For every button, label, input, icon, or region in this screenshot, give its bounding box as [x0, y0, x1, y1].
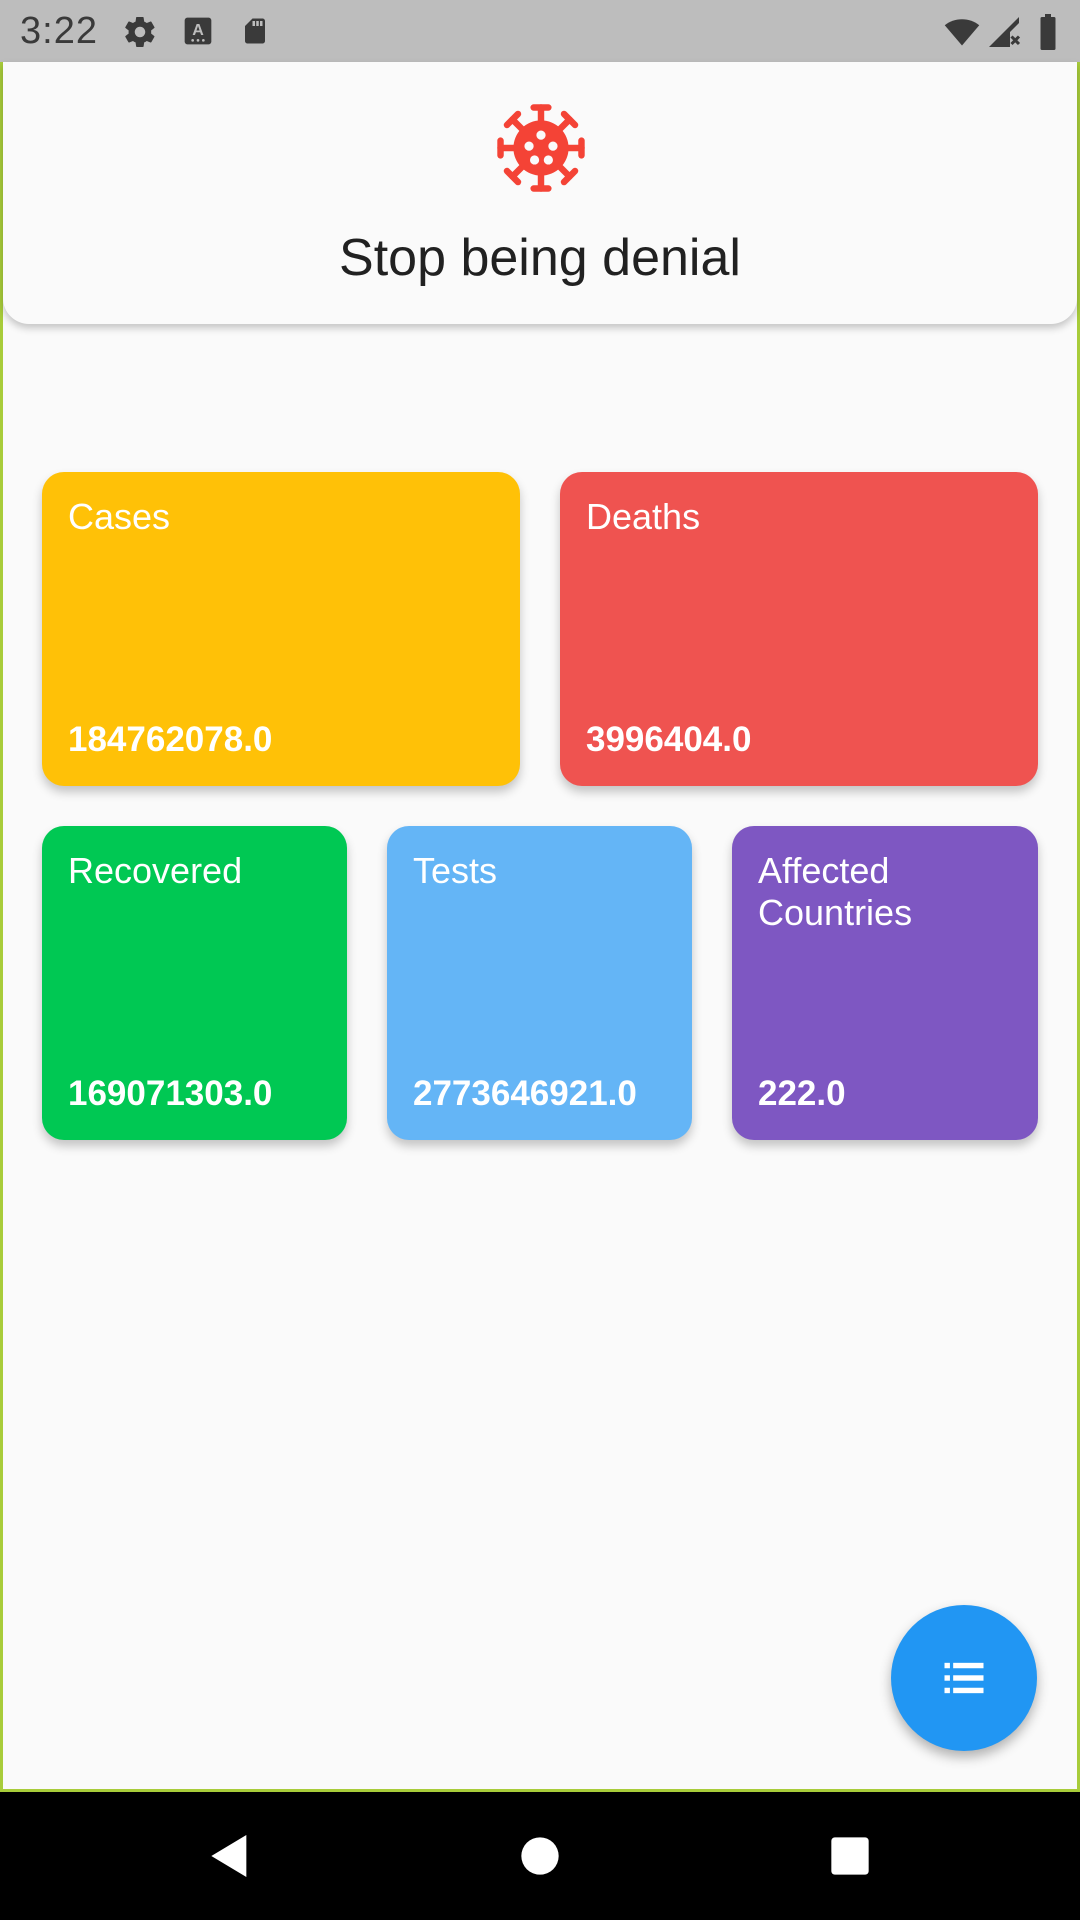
stat-label: Deaths [586, 496, 701, 537]
stat-label: Tests [413, 850, 498, 891]
page-title: Stop being denial [339, 229, 741, 287]
stat-value: 222.0 [758, 1074, 846, 1113]
stat-label: Affected Countries [758, 850, 913, 933]
stat-card-affected-countries[interactable]: Affected Countries 222.0 [732, 826, 1038, 1140]
stat-value: 3996404.0 [586, 720, 752, 759]
cellular-no-signal-icon [989, 17, 1021, 47]
back-icon[interactable] [202, 1828, 258, 1884]
stat-card-deaths[interactable]: Deaths 3996404.0 [560, 472, 1038, 786]
wifi-icon [944, 19, 980, 46]
stat-value: 2773646921.0 [413, 1074, 637, 1113]
status-bar: 3:22 A [0, 0, 1080, 62]
settings-icon [125, 17, 155, 47]
stat-label: Recovered [68, 850, 243, 891]
status-time: 3:22 [20, 9, 98, 52]
stat-label: Cases [68, 496, 171, 537]
recents-icon[interactable] [822, 1828, 878, 1884]
keyboard-a-icon: A [184, 17, 212, 45]
stat-value: 169071303.0 [68, 1074, 273, 1113]
virus-icon [497, 104, 585, 192]
stat-card-cases[interactable]: Cases 184762078.0 [42, 472, 520, 786]
sd-card-icon [245, 18, 265, 44]
stat-card-recovered[interactable]: Recovered 169071303.0 [42, 826, 347, 1140]
list-fab-button[interactable] [891, 1605, 1037, 1751]
home-icon[interactable] [512, 1828, 568, 1884]
stat-value: 184762078.0 [68, 720, 273, 759]
navigation-bar [0, 1792, 1080, 1920]
app-header: Stop being denial [3, 62, 1077, 324]
stat-card-tests[interactable]: Tests 2773646921.0 [387, 826, 692, 1140]
list-icon [944, 1662, 984, 1694]
battery-icon [1040, 14, 1056, 50]
svg-text:A: A [192, 22, 204, 39]
